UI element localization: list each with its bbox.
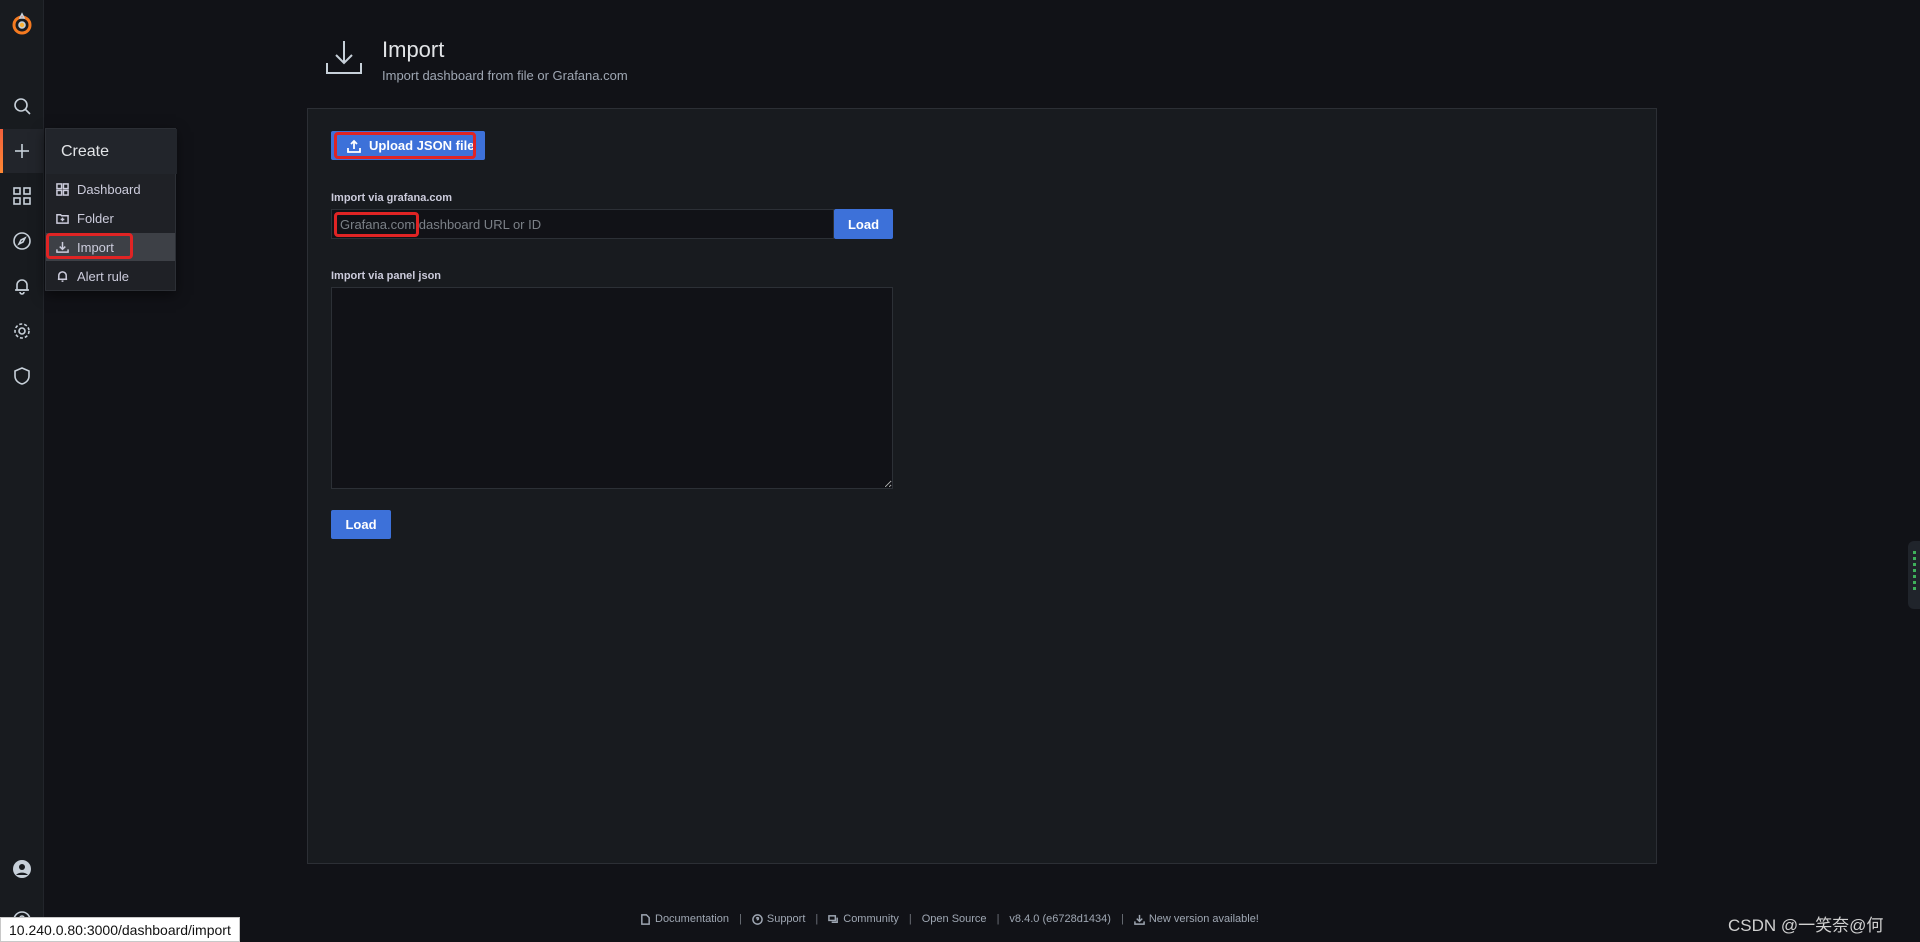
upload-icon <box>347 139 361 153</box>
footer-documentation-link[interactable]: Documentation <box>640 913 729 925</box>
menu-item-label: Import <box>77 240 114 255</box>
user-avatar-icon[interactable] <box>0 847 44 891</box>
import-icon <box>323 37 365 79</box>
document-icon <box>640 914 651 925</box>
panel-json-textarea[interactable] <box>331 287 893 489</box>
grafana-logo-icon[interactable] <box>0 3 44 47</box>
page-title: Import <box>382 37 444 63</box>
grafana-url-input[interactable] <box>331 209 834 239</box>
footer: Documentation | Support | Community | Op… <box>640 911 1259 927</box>
menu-item-folder[interactable]: Folder <box>46 204 175 232</box>
upload-json-button[interactable]: Upload JSON file <box>331 131 485 160</box>
footer-community-link[interactable]: Community <box>828 913 899 925</box>
footer-separator: | <box>1121 913 1124 925</box>
menu-item-label: Folder <box>77 211 114 226</box>
menu-item-label: Alert rule <box>77 269 129 284</box>
footer-separator: | <box>909 913 912 925</box>
server-admin-shield-icon[interactable] <box>0 354 44 398</box>
folder-plus-icon <box>56 212 69 225</box>
menu-item-dashboard[interactable]: Dashboard <box>46 175 175 203</box>
import-icon <box>56 241 69 254</box>
browser-status-url: 10.240.0.80:3000/dashboard/import <box>0 917 240 942</box>
footer-link-label: Documentation <box>655 913 729 925</box>
side-nav <box>0 0 44 942</box>
app-root: Create Dashboard Folder Import Alert rul… <box>0 0 1920 942</box>
footer-support-link[interactable]: Support <box>752 913 806 925</box>
side-scroll-grip[interactable] <box>1908 541 1920 609</box>
menu-item-alert-rule[interactable]: Alert rule <box>46 262 175 290</box>
create-flyout-menu: Create Dashboard Folder Import Alert rul… <box>45 128 176 291</box>
page-subtitle: Import dashboard from file or Grafana.co… <box>382 68 628 83</box>
footer-open-source-link[interactable]: Open Source <box>922 913 987 925</box>
dashboards-icon[interactable] <box>0 174 44 218</box>
footer-version: v8.4.0 (e6728d1434) <box>1009 913 1111 925</box>
panel-json-load-button[interactable]: Load <box>331 510 391 539</box>
upload-json-label: Upload JSON file <box>369 138 474 153</box>
footer-link-label: Community <box>843 913 899 925</box>
explore-compass-icon[interactable] <box>0 219 44 263</box>
create-plus-icon[interactable] <box>0 129 44 173</box>
question-circle-icon <box>752 914 763 925</box>
footer-link-label: New version available! <box>1149 913 1259 925</box>
footer-separator: | <box>739 913 742 925</box>
footer-new-version-link[interactable]: New version available! <box>1134 913 1259 925</box>
footer-separator: | <box>997 913 1000 925</box>
apps-icon <box>56 183 69 196</box>
footer-version-label: v8.4.0 (e6728d1434) <box>1009 913 1111 925</box>
footer-link-label: Support <box>767 913 806 925</box>
grafana-load-button[interactable]: Load <box>834 209 893 239</box>
panel-json-label: Import via panel json <box>331 270 441 282</box>
grafana-import-label: Import via grafana.com <box>331 192 452 204</box>
watermark: CSDN @一笑奈@何 <box>1728 911 1883 936</box>
download-icon <box>1134 914 1145 925</box>
bell-icon <box>56 270 69 283</box>
search-icon[interactable] <box>0 84 44 128</box>
alerting-bell-icon[interactable] <box>0 264 44 308</box>
create-menu-title[interactable]: Create <box>46 129 177 174</box>
footer-separator: | <box>815 913 818 925</box>
footer-link-label: Open Source <box>922 913 987 925</box>
menu-item-label: Dashboard <box>77 182 141 197</box>
menu-item-import[interactable]: Import <box>46 233 175 261</box>
configuration-gear-icon[interactable] <box>0 309 44 353</box>
comments-icon <box>828 914 839 925</box>
